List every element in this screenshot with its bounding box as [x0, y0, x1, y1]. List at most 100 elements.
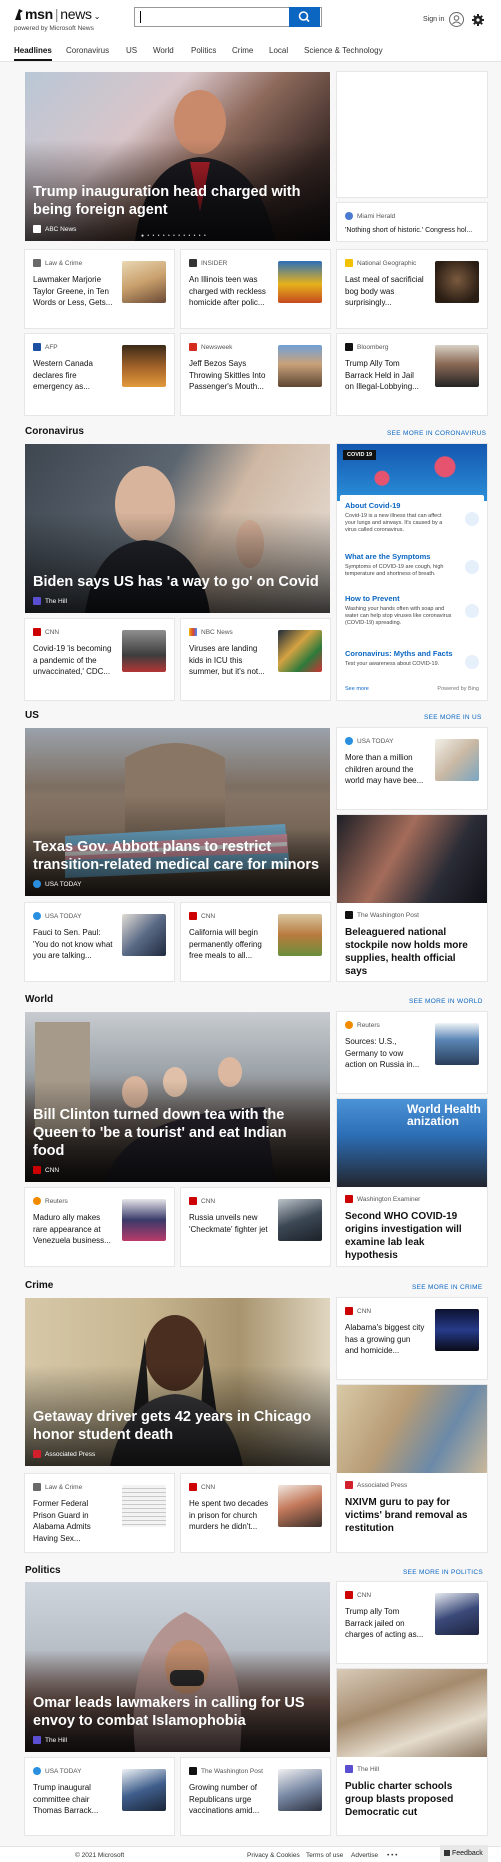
- news-card[interactable]: Bloomberg Trump Ally Tom Barrack Held in …: [337, 334, 487, 415]
- world-hero[interactable]: Bill Clinton turned down tea with the Qu…: [25, 1012, 330, 1182]
- tab-coronavirus[interactable]: Coronavirus: [66, 46, 109, 55]
- source-logo-icon: [33, 912, 41, 920]
- news-card[interactable]: USA TODAY Trump inaugural committee chair…: [25, 1758, 174, 1835]
- news-card[interactable]: CNN He spent two decades in prison for ch…: [181, 1474, 330, 1552]
- politics-hero[interactable]: Omar leads lawmakers in calling for US e…: [25, 1582, 330, 1752]
- source-logo-icon: [33, 1767, 41, 1775]
- source-logo-icon: [345, 1307, 353, 1315]
- section-heading-coronavirus[interactable]: Coronavirus: [25, 426, 84, 437]
- news-card[interactable]: NBC News Viruses are landing kids in ICU …: [181, 619, 330, 700]
- tab-world[interactable]: World: [153, 46, 174, 55]
- source-logo-icon: [33, 628, 41, 636]
- news-card[interactable]: The Washington Post Growing number of Rep…: [181, 1758, 330, 1835]
- crime-hero[interactable]: Getaway driver gets 42 years in Chicago …: [25, 1298, 330, 1466]
- covid-info-panel: COVID 19 About Covid-19 Covid-19 is a ne…: [337, 444, 487, 700]
- hero-title[interactable]: Bill Clinton turned down tea with the Qu…: [33, 1106, 320, 1160]
- covid-see-more-link[interactable]: See more: [345, 686, 369, 692]
- tab-crime[interactable]: Crime: [232, 46, 253, 55]
- thumbnail-image: [435, 1593, 479, 1635]
- miami-herald-logo-icon: [345, 212, 353, 220]
- privacy-link[interactable]: Privacy & Cookies: [247, 1852, 300, 1859]
- news-card[interactable]: USA TODAY More than a million children ar…: [337, 728, 487, 809]
- tab-local[interactable]: Local: [269, 46, 288, 55]
- news-card[interactable]: National Geographic Last meal of sacrific…: [337, 250, 487, 328]
- courtroom-sketch-image: [337, 1385, 487, 1473]
- section-heading-crime[interactable]: Crime: [25, 1280, 53, 1291]
- covid-badge: COVID 19: [343, 450, 377, 460]
- news-card[interactable]: CNN Russia unveils new 'Checkmate' fighte…: [181, 1188, 330, 1266]
- tab-science-technology[interactable]: Science & Technology: [304, 46, 383, 55]
- advertise-link[interactable]: Advertise: [351, 1852, 378, 1859]
- see-more-crime-link[interactable]: SEE MORE IN CRIME: [412, 1284, 482, 1291]
- carousel-dots[interactable]: ● • • • • • • • • • • • •: [141, 233, 207, 239]
- see-more-coronavirus-link[interactable]: SEE MORE IN CORONAVIRUS: [387, 430, 486, 437]
- tall-news-card[interactable]: Associated Press NXIVM guru to pay for v…: [337, 1385, 487, 1552]
- card-image: [337, 1669, 487, 1757]
- thumbnail-image: [278, 1485, 322, 1527]
- thumbnail-image: [278, 630, 322, 672]
- thumbnail-image: [435, 261, 479, 303]
- news-card[interactable]: Reuters Maduro ally makes rare appearance…: [25, 1188, 174, 1266]
- hero-title[interactable]: Trump inauguration head charged with bei…: [33, 183, 320, 219]
- myths-icon: [465, 655, 479, 669]
- tab-us[interactable]: US: [126, 46, 137, 55]
- news-card[interactable]: Law & Crime Former Federal Prison Guard i…: [25, 1474, 174, 1552]
- covid-item-symptoms[interactable]: What are the Symptoms Symptoms of COVID-…: [345, 552, 479, 578]
- section-heading-us[interactable]: US: [25, 710, 39, 721]
- hero-title[interactable]: Biden says US has 'a way to go' on Covid: [33, 573, 320, 591]
- search-button[interactable]: [289, 7, 320, 27]
- tab-headlines[interactable]: Headlines: [14, 46, 52, 61]
- msn-logo[interactable]: msn | news ⌄: [14, 6, 100, 22]
- source-logo-icon: [189, 343, 197, 351]
- settings-gear-icon[interactable]: [471, 13, 485, 27]
- terms-link[interactable]: Terms of use: [306, 1852, 343, 1859]
- feedback-button[interactable]: Feedback: [440, 1845, 488, 1862]
- more-menu-icon[interactable]: • • •: [387, 1852, 397, 1859]
- headline-side-card[interactable]: Miami Herald 'Nothing short of historic.…: [337, 203, 487, 241]
- thumbnail-image: [278, 345, 322, 387]
- see-more-world-link[interactable]: SEE MORE IN WORLD: [409, 998, 483, 1005]
- tall-news-card[interactable]: World Health anization Washington Examine…: [337, 1099, 487, 1266]
- news-card[interactable]: AFP Western Canada declares fire emergenc…: [25, 334, 174, 415]
- source-logo-icon: [189, 259, 197, 267]
- news-card[interactable]: INSIDER An Illinois teen was charged with…: [181, 250, 330, 328]
- card-image: World Health anization: [337, 1099, 487, 1187]
- ad-placeholder-card: [337, 72, 487, 197]
- see-more-us-link[interactable]: SEE MORE IN US: [424, 714, 482, 721]
- headline-hero[interactable]: Trump inauguration head charged with bei…: [25, 72, 330, 241]
- news-card[interactable]: Newsweek Jeff Bezos Says Throwing Skittle…: [181, 334, 330, 415]
- source-logo-icon: [345, 911, 353, 919]
- news-card[interactable]: CNN Covid-19 'is becoming a pandemic of t…: [25, 619, 174, 700]
- hero-source: Associated Press: [33, 1450, 95, 1458]
- us-hero[interactable]: Texas Gov. Abbott plans to restrict tran…: [25, 728, 330, 896]
- coronavirus-hero[interactable]: Biden says US has 'a way to go' on Covid…: [25, 444, 330, 613]
- thumbnail-image: [122, 1485, 166, 1527]
- news-card[interactable]: Reuters Sources: U.S., Germany to vow act…: [337, 1012, 487, 1093]
- hand-wash-icon: [465, 604, 479, 618]
- tab-politics[interactable]: Politics: [191, 46, 216, 55]
- tall-news-card[interactable]: The Hill Public charter schools group bl…: [337, 1669, 487, 1835]
- cnn-logo-icon: [33, 1166, 41, 1174]
- news-card[interactable]: Law & Crime Lawmaker Marjorie Taylor Gree…: [25, 250, 174, 328]
- news-card[interactable]: CNN California will begin permanently off…: [181, 903, 330, 981]
- news-card[interactable]: USA TODAY Fauci to Sen. Paul: 'You do not…: [25, 903, 174, 981]
- tall-news-card[interactable]: The Washington Post Beleaguered national…: [337, 815, 487, 981]
- hero-title[interactable]: Texas Gov. Abbott plans to restrict tran…: [33, 838, 320, 874]
- news-card[interactable]: CNN Alabama's biggest city has a growing …: [337, 1298, 487, 1379]
- section-heading-world[interactable]: World: [25, 994, 53, 1005]
- see-more-politics-link[interactable]: SEE MORE IN POLITICS: [403, 1569, 483, 1576]
- sign-in-link[interactable]: Sign in: [423, 16, 444, 23]
- section-heading-politics[interactable]: Politics: [25, 1565, 61, 1576]
- covid-item-myths[interactable]: Coronavirus: Myths and Facts Test your a…: [345, 649, 479, 669]
- covid-item-about[interactable]: About Covid-19 Covid-19 is a new illness…: [345, 501, 479, 534]
- source-logo-icon: [345, 259, 353, 267]
- avatar-icon[interactable]: [449, 12, 464, 27]
- thumbnail-image: [435, 345, 479, 387]
- source-logo-icon: [345, 343, 353, 351]
- hero-source: The Hill: [33, 597, 67, 605]
- hero-source: ABC News: [33, 225, 76, 233]
- hero-title[interactable]: Omar leads lawmakers in calling for US e…: [33, 1694, 320, 1730]
- news-card[interactable]: CNN Trump ally Tom Barrack jailed on char…: [337, 1582, 487, 1663]
- covid-item-prevent[interactable]: How to Prevent Washing your hands often …: [345, 594, 479, 627]
- hero-title[interactable]: Getaway driver gets 42 years in Chicago …: [33, 1408, 320, 1444]
